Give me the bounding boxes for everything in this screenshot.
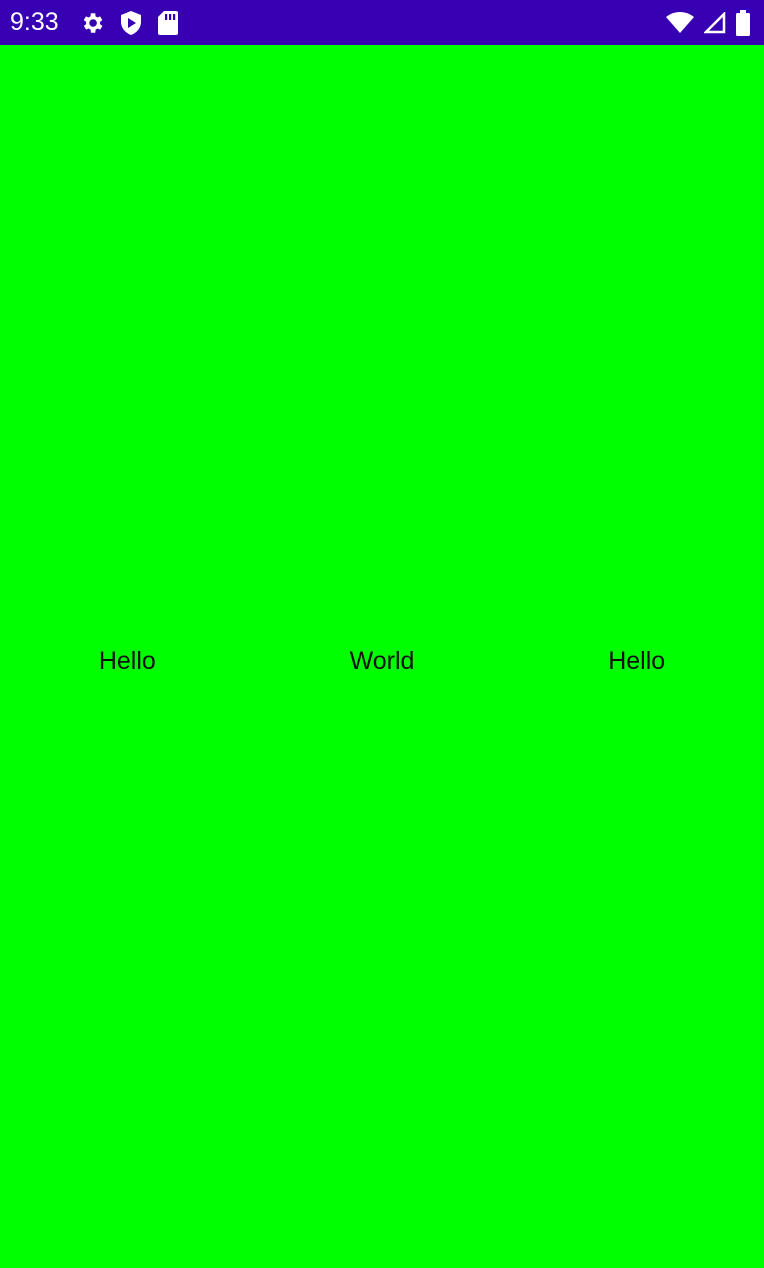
hello-label-left: Hello xyxy=(98,647,156,675)
status-time: 9:33 xyxy=(10,8,59,36)
main-content: Hello World Hello xyxy=(0,45,764,1268)
sd-card-icon xyxy=(157,10,179,36)
world-label: World xyxy=(349,647,415,675)
status-bar: 9:33 xyxy=(0,0,764,45)
cellular-signal-icon xyxy=(704,11,726,34)
status-right-icons xyxy=(666,9,750,36)
wifi-icon xyxy=(666,11,694,34)
status-left-icons xyxy=(79,10,179,36)
battery-icon xyxy=(736,9,750,36)
label-row: Hello World Hello xyxy=(0,641,764,681)
settings-gear-icon xyxy=(79,10,105,36)
play-protect-icon xyxy=(119,10,143,36)
hello-label-right: Hello xyxy=(608,647,666,675)
